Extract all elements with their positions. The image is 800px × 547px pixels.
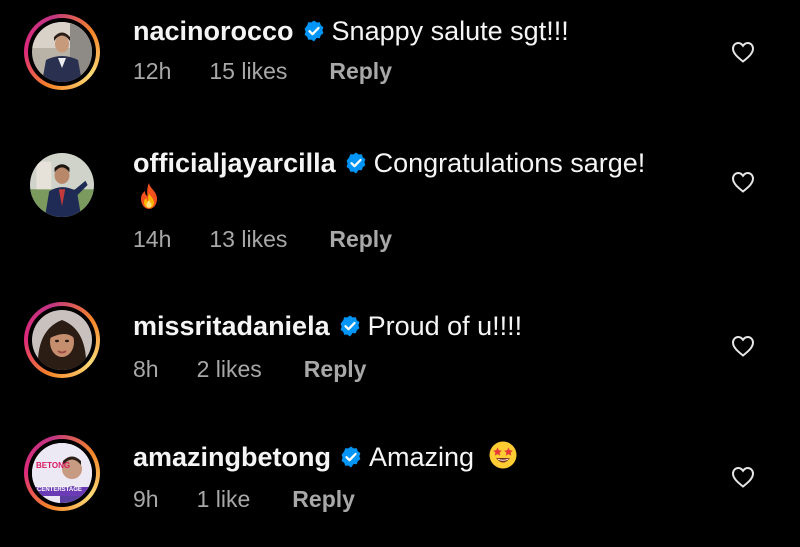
avatar: BETONG CENTERSTAGE [32, 443, 92, 503]
avatar-brand-subtext: CENTERSTAGE [37, 487, 82, 493]
comment-text: Amazing [369, 442, 475, 472]
reply-button[interactable]: Reply [304, 356, 367, 383]
comment-username[interactable]: missritadaniela [133, 311, 330, 341]
comment-likes[interactable]: 13 likes [209, 226, 287, 253]
comment-likes[interactable]: 15 likes [209, 58, 287, 85]
heart-outline-icon[interactable] [731, 335, 755, 357]
comment-likes[interactable]: 1 like [197, 486, 251, 513]
heart-outline-icon[interactable] [731, 41, 755, 63]
verified-badge-icon [341, 446, 361, 468]
comment-text: Congratulations sarge! [373, 148, 646, 178]
star-struck-emoji-icon [489, 441, 517, 469]
comment-username[interactable]: officialjayarcilla [133, 148, 336, 178]
reply-button[interactable]: Reply [329, 226, 392, 253]
verified-badge-icon [304, 20, 323, 42]
avatar-frame[interactable] [24, 147, 100, 223]
comment-text: Proud of u!!!! [367, 311, 523, 341]
avatar [32, 22, 92, 82]
reply-button[interactable]: Reply [329, 58, 392, 85]
heart-outline-icon[interactable] [731, 466, 755, 488]
reply-button[interactable]: Reply [292, 486, 355, 513]
heart-outline-icon[interactable] [731, 171, 755, 193]
avatar-brand-text: BETONG [36, 461, 71, 470]
fire-emoji-icon [141, 183, 157, 209]
verified-badge-icon [346, 152, 366, 174]
comment-username[interactable]: amazingbetong [133, 442, 331, 472]
comment-likes[interactable]: 2 likes [197, 356, 262, 383]
comment-time: 12h [133, 58, 172, 84]
comment-time: 14h [133, 226, 172, 252]
avatar-story-ring[interactable] [24, 14, 100, 90]
avatar-story-ring[interactable]: BETONG CENTERSTAGE [24, 435, 100, 511]
avatar [32, 310, 92, 370]
comment-time: 8h [133, 356, 159, 382]
verified-badge-icon [340, 315, 359, 337]
avatar-story-ring[interactable] [24, 302, 100, 378]
comment-time: 9h [133, 486, 159, 512]
avatar [30, 153, 94, 217]
comment-text: Snappy salute sgt!!! [331, 16, 569, 46]
comment-username[interactable]: nacinorocco [133, 16, 294, 46]
